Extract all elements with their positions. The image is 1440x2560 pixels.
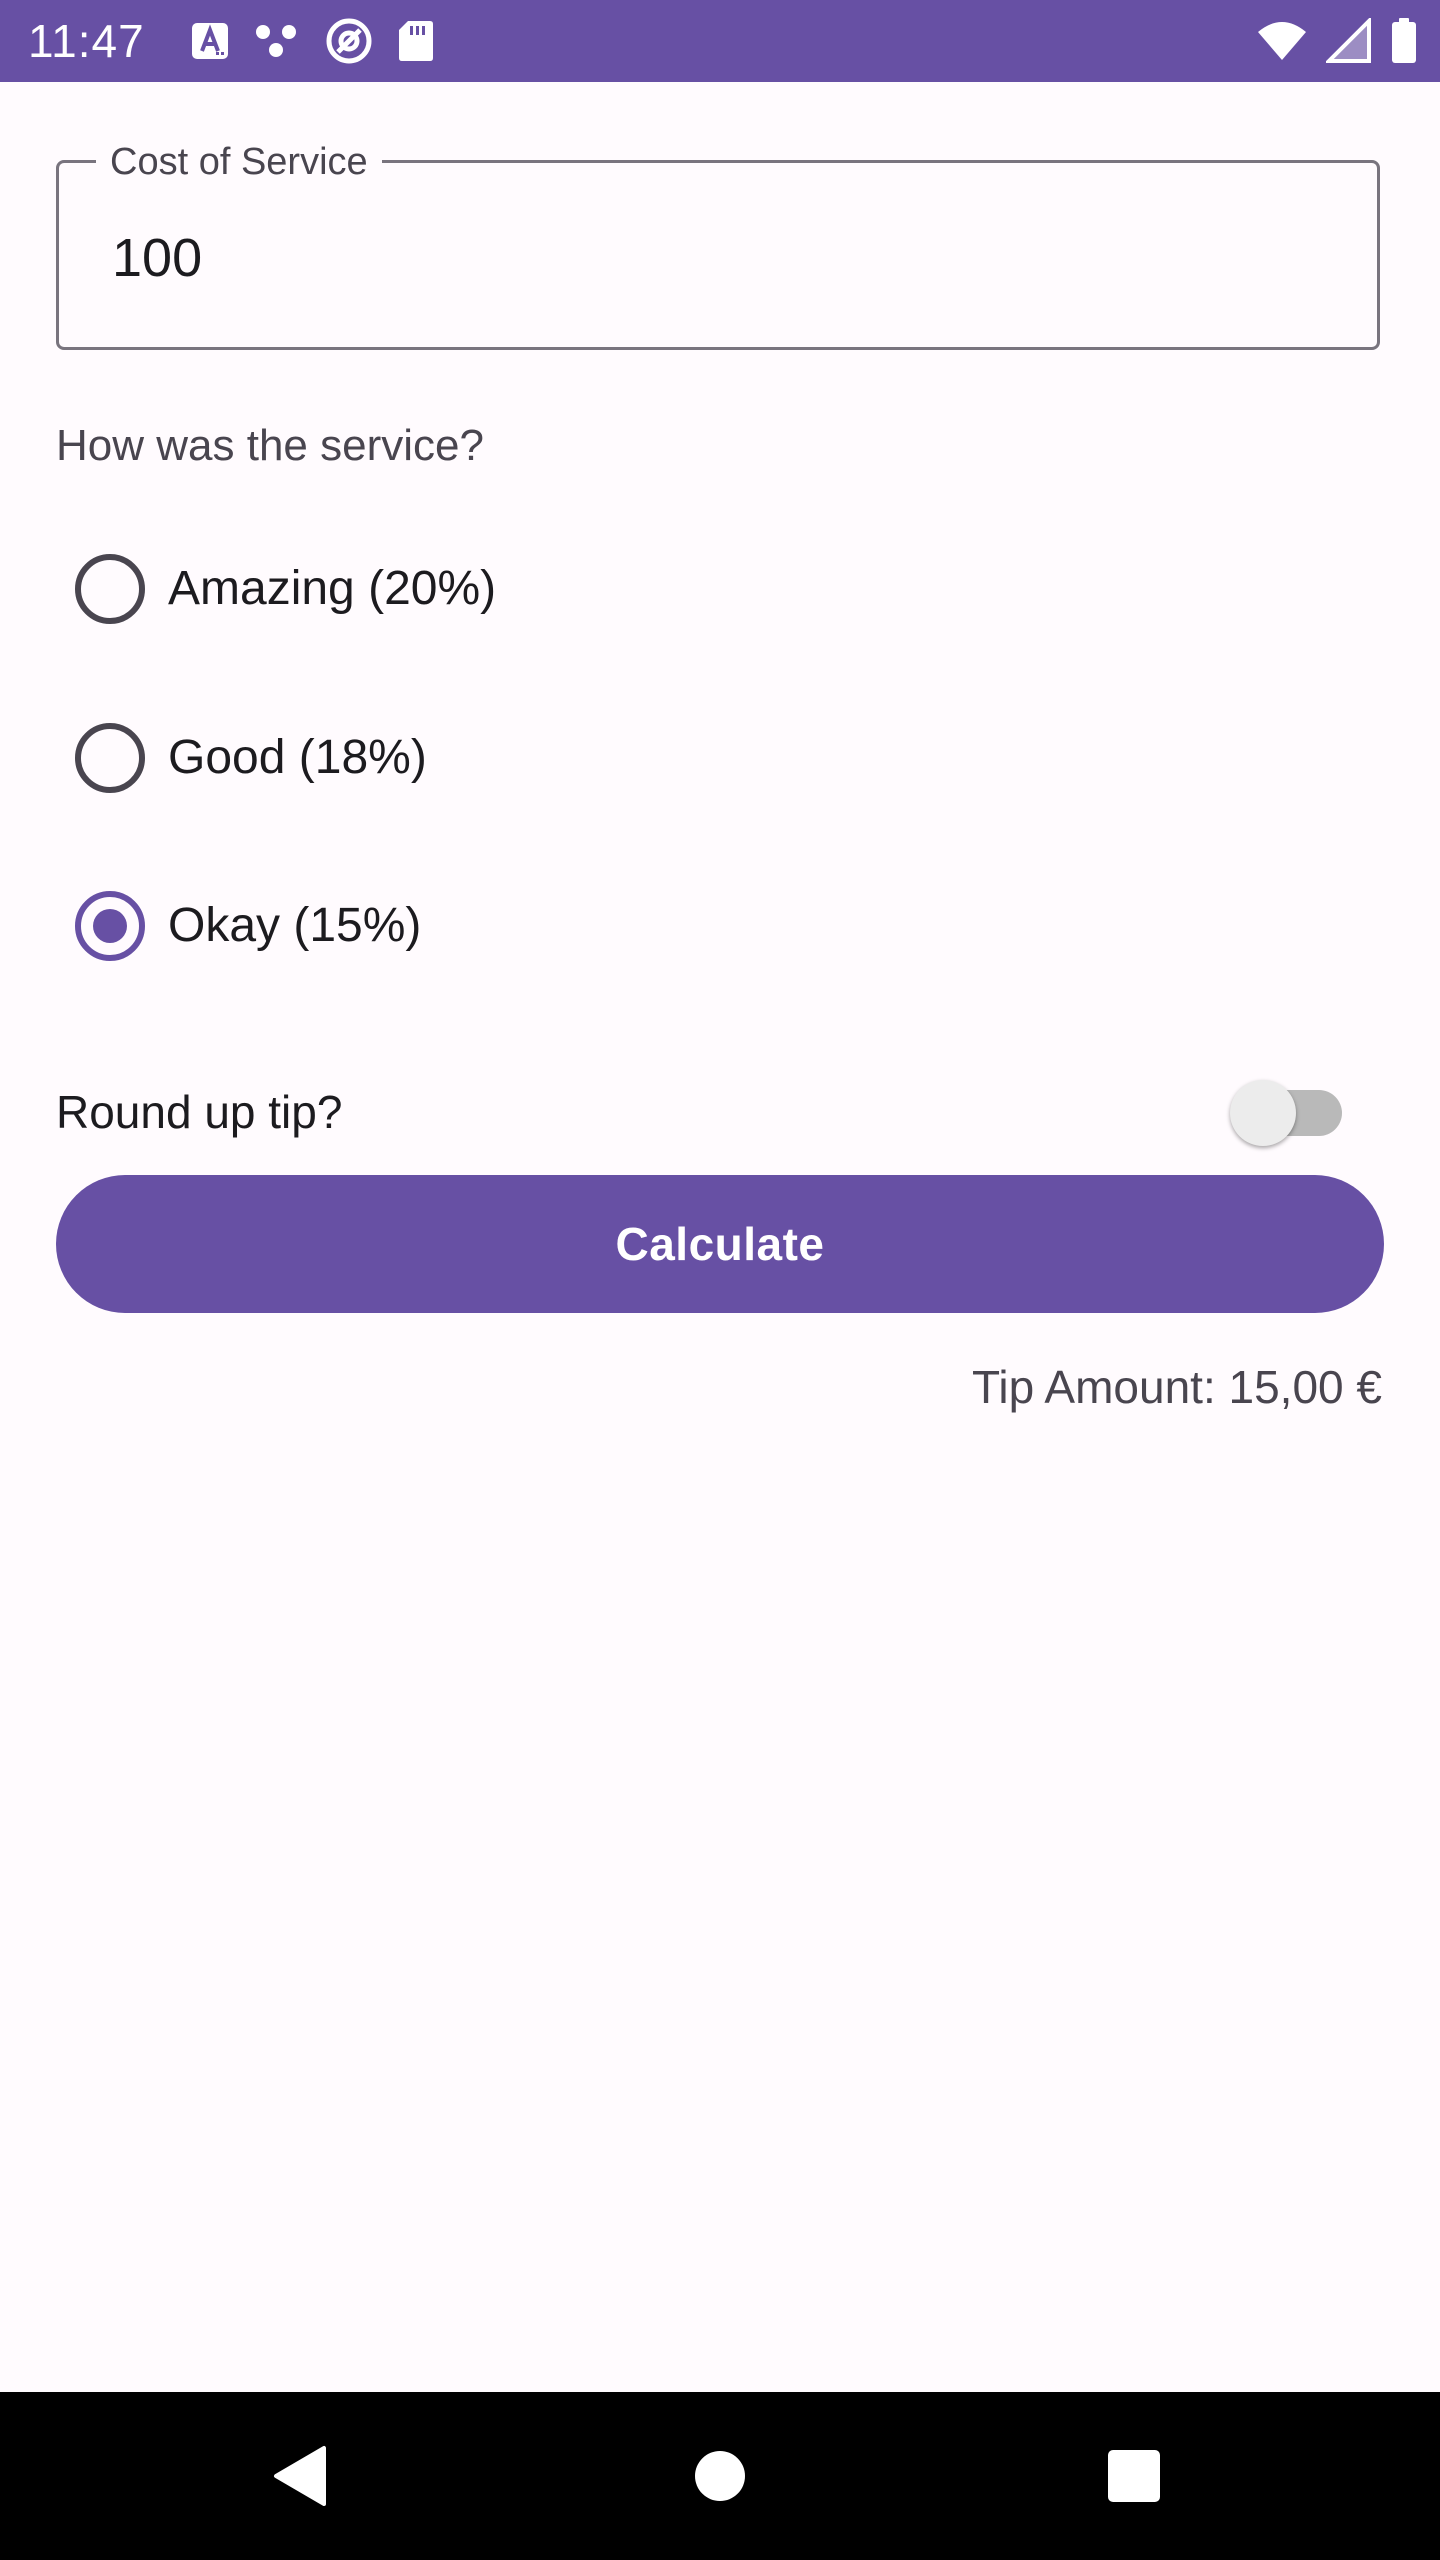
navigation-bar: [0, 2392, 1440, 2560]
radio-option-amazing[interactable]: Amazing (20%): [60, 534, 860, 644]
battery-icon: [1392, 18, 1416, 63]
radio-option-okay[interactable]: Okay (15%): [60, 871, 860, 981]
nav-recents-button[interactable]: [1050, 2392, 1218, 2560]
switch-thumb: [1230, 1080, 1296, 1146]
status-system-icons: [1256, 18, 1418, 64]
radio-label-good: Good (18%): [168, 731, 427, 784]
keyboard-a-icon: [192, 23, 228, 59]
cost-of-service-field[interactable]: [56, 160, 1380, 350]
radio-button-good[interactable]: [75, 723, 145, 793]
radio-label-amazing: Amazing (20%): [168, 562, 497, 615]
status-bar: 11:47: [0, 0, 1440, 82]
signal-icon: [1326, 18, 1371, 63]
recents-icon: [1108, 2450, 1160, 2502]
nav-home-button[interactable]: [636, 2392, 804, 2560]
round-up-label: Round up tip?: [56, 1086, 343, 1138]
radio-label-okay: Okay (15%): [168, 899, 422, 952]
sd-card-icon: [399, 21, 433, 61]
round-up-switch[interactable]: [1228, 1078, 1348, 1148]
radio-button-amazing[interactable]: [75, 554, 145, 624]
back-icon: [274, 2446, 326, 2506]
dots-icon: [256, 25, 296, 57]
service-question: How was the service?: [56, 421, 484, 470]
radio-selected-dot: [93, 909, 127, 943]
tip-amount-text: Tip Amount: 15,00 €: [971, 1361, 1382, 1413]
cost-of-service-input[interactable]: 100: [112, 226, 202, 290]
radio-option-good[interactable]: Good (18%): [60, 703, 860, 813]
wifi-icon: [1258, 22, 1306, 60]
status-time: 11:47: [28, 15, 145, 67]
calculate-button[interactable]: Calculate: [56, 1175, 1384, 1313]
home-icon: [695, 2451, 745, 2501]
nav-back-button[interactable]: [216, 2392, 384, 2560]
radio-button-okay[interactable]: [75, 891, 145, 961]
cost-of-service-label: Cost of Service: [96, 140, 382, 184]
status-notification-icons: [190, 18, 434, 64]
at-sign-icon: [326, 18, 372, 64]
